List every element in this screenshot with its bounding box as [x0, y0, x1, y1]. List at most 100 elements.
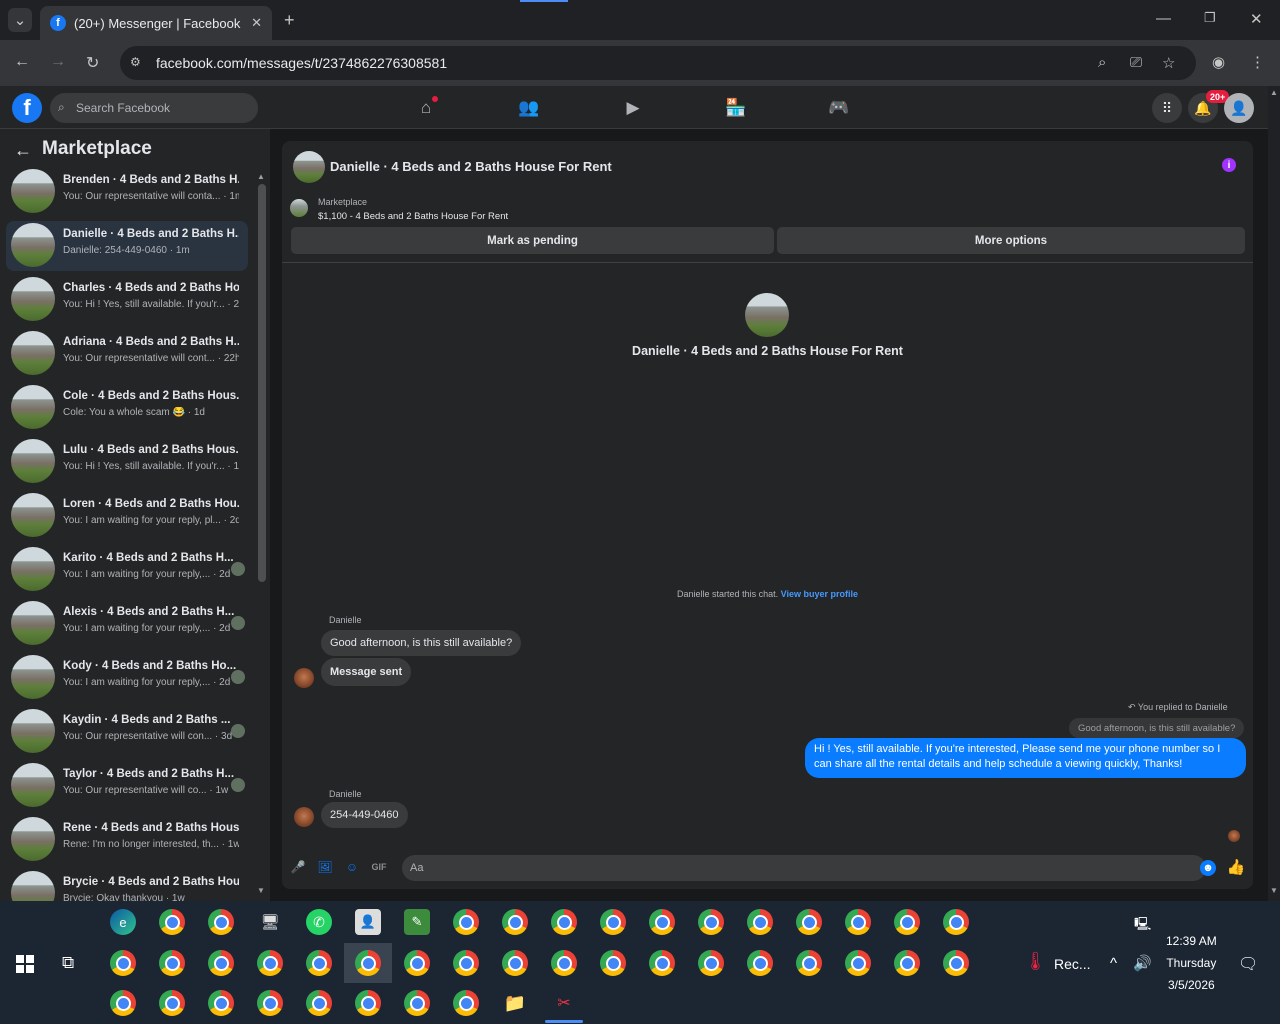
id-card-icon[interactable]: 👤: [355, 909, 381, 935]
start-icon[interactable]: [16, 955, 34, 973]
chrome-profile-icon[interactable]: [355, 950, 381, 976]
chrome-profile-icon[interactable]: [796, 909, 822, 935]
chrome-profile-icon[interactable]: [551, 909, 577, 935]
new-tab-icon[interactable]: +: [284, 10, 295, 31]
chrome-profile-icon[interactable]: [747, 909, 773, 935]
friends-icon[interactable]: 👥: [514, 94, 544, 122]
incoming-message[interactable]: 254-449-0460: [321, 802, 408, 828]
conversation-item[interactable]: Kaydin · 4 Beds and 2 Baths ... You: Our …: [6, 707, 248, 757]
marketplace-icon[interactable]: 🏪: [721, 94, 751, 122]
listing-title[interactable]: $1,100 - 4 Beds and 2 Baths House For Re…: [318, 211, 508, 222]
conversation-item[interactable]: Kody · 4 Beds and 2 Baths Ho... You: I am…: [6, 653, 248, 703]
chrome-profile-icon[interactable]: [159, 950, 185, 976]
outgoing-message[interactable]: Hi ! Yes, still available. If you're int…: [805, 738, 1246, 778]
chat-header-title[interactable]: Danielle · 4 Beds and 2 Baths House For …: [330, 159, 612, 174]
chrome-profile-icon[interactable]: [355, 990, 381, 1016]
incoming-message[interactable]: Message sent: [321, 658, 412, 686]
page-scroll-down-icon[interactable]: ▼: [1270, 886, 1278, 895]
chrome-profile-icon[interactable]: [208, 909, 234, 935]
chrome-profile-icon[interactable]: [110, 950, 136, 976]
chrome-profile-icon[interactable]: [159, 990, 185, 1016]
menu-kebab-icon[interactable]: ⋮: [1250, 53, 1265, 71]
mark-as-pending-button[interactable]: Mark as pending: [291, 227, 774, 254]
conversation-item[interactable]: Brenden · 4 Beds and 2 Baths H... You: Ou…: [6, 167, 248, 217]
reload-icon[interactable]: ↻: [86, 53, 99, 73]
sticker-icon[interactable]: ☺: [344, 859, 360, 875]
chrome-profile-icon[interactable]: [698, 909, 724, 935]
video-icon[interactable]: ▶: [618, 94, 648, 122]
scroll-up-icon[interactable]: ▲: [257, 172, 265, 181]
edge-icon[interactable]: e: [110, 909, 136, 935]
site-settings-icon[interactable]: ⚙: [130, 55, 141, 69]
sidebar-scrollbar[interactable]: [258, 184, 266, 582]
forward-icon[interactable]: →: [50, 53, 66, 71]
conversation-item[interactable]: Lulu · 4 Beds and 2 Baths Hous... You: Hi…: [6, 437, 248, 487]
danielle-avatar[interactable]: [294, 668, 314, 688]
file-explorer-icon[interactable]: 📁: [502, 990, 528, 1016]
facebook-search-input[interactable]: ⌕ Search Facebook: [50, 93, 258, 123]
chrome-profile-icon[interactable]: [796, 950, 822, 976]
chrome-profile-icon[interactable]: [600, 950, 626, 976]
home-icon[interactable]: ⌂: [411, 94, 441, 122]
chrome-profile-icon[interactable]: [453, 950, 479, 976]
scroll-down-icon[interactable]: ▼: [257, 886, 265, 895]
facebook-logo-icon[interactable]: f: [12, 93, 42, 123]
incoming-message[interactable]: Good afternoon, is this still available?: [321, 630, 522, 656]
conversation-item[interactable]: Karito · 4 Beds and 2 Baths H... You: I a…: [6, 545, 248, 595]
back-arrow-icon[interactable]: ←: [14, 140, 32, 161]
emoji-icon[interactable]: ☻: [1200, 860, 1216, 876]
notification-center-icon[interactable]: 🗨: [1238, 954, 1258, 974]
chrome-profile-icon[interactable]: [747, 950, 773, 976]
zoom-icon[interactable]: ⌕: [1098, 54, 1106, 71]
chrome-profile-icon[interactable]: [845, 909, 871, 935]
conversation-item[interactable]: Alexis · 4 Beds and 2 Baths H... You: I a…: [6, 599, 248, 649]
close-tab-icon[interactable]: ✕: [251, 15, 262, 31]
chrome-profile-icon[interactable]: [306, 950, 332, 976]
notepad-icon[interactable]: ✎: [404, 909, 430, 935]
account-avatar[interactable]: 👤: [1224, 93, 1254, 123]
chrome-icon[interactable]: [159, 909, 185, 935]
browser-tab[interactable]: f (20+) Messenger | Facebook ✕: [40, 6, 272, 40]
taskbar-app-label[interactable]: Rec...: [1054, 956, 1091, 972]
conversation-item[interactable]: Adriana · 4 Beds and 2 Baths H... You: Ou…: [6, 329, 248, 379]
chrome-profile-icon[interactable]: [943, 909, 969, 935]
quoted-message[interactable]: Good afternoon, is this still available?: [1069, 718, 1245, 738]
thermometer-icon[interactable]: 🌡: [1024, 951, 1047, 972]
close-window-icon[interactable]: ✕: [1250, 10, 1263, 28]
system-clock[interactable]: 12:39 AM Thursday 3/5/2026: [1166, 930, 1217, 996]
chrome-profile-icon[interactable]: [306, 990, 332, 1016]
remote-desktop-icon[interactable]: 🖥: [257, 909, 283, 935]
chrome-profile-icon[interactable]: [110, 990, 136, 1016]
message-input[interactable]: Aa ☻: [402, 855, 1216, 881]
chrome-profile-icon[interactable]: [649, 950, 675, 976]
chrome-profile-icon[interactable]: [453, 909, 479, 935]
gif-icon[interactable]: GIF: [371, 859, 387, 875]
snipping-tool-icon[interactable]: ✂: [551, 990, 577, 1016]
network-pc-icon[interactable]: 🖳: [1134, 915, 1151, 937]
info-icon[interactable]: i: [1222, 158, 1236, 172]
conversation-item[interactable]: Charles · 4 Beds and 2 Baths Ho... You: H…: [6, 275, 248, 325]
chrome-profile-icon[interactable]: [502, 950, 528, 976]
chrome-profile-icon[interactable]: [257, 950, 283, 976]
microphone-icon[interactable]: 🎤: [290, 859, 306, 875]
conversation-item[interactable]: Taylor · 4 Beds and 2 Baths H... You: Our…: [6, 761, 248, 811]
chrome-profile-icon[interactable]: [208, 990, 234, 1016]
tab-search-dropdown-icon[interactable]: ⌄: [8, 8, 32, 32]
conversation-item[interactable]: Loren · 4 Beds and 2 Baths Hou... You: I …: [6, 491, 248, 541]
attach-photo-icon[interactable]: 🖼: [317, 859, 333, 875]
page-scrollbar[interactable]: ▲ ▼: [1268, 86, 1280, 901]
menu-grid-icon[interactable]: ⠿: [1152, 93, 1182, 123]
address-bar[interactable]: ⚙ facebook.com/messages/t/23748622763085…: [120, 46, 1196, 80]
conversation-item[interactable]: Rene · 4 Beds and 2 Baths Hous... Rene: I…: [6, 815, 248, 865]
chrome-profile-icon[interactable]: [257, 990, 283, 1016]
whatsapp-icon[interactable]: ✆: [306, 909, 332, 935]
chrome-profile-icon[interactable]: [600, 909, 626, 935]
chrome-profile-icon[interactable]: [894, 909, 920, 935]
chrome-profile-icon[interactable]: [208, 950, 234, 976]
chrome-profile-icon[interactable]: [453, 990, 479, 1016]
chrome-profile-icon[interactable]: [404, 950, 430, 976]
conversation-item[interactable]: Cole · 4 Beds and 2 Baths Hous... Cole: Y…: [6, 383, 248, 433]
chrome-profile-icon[interactable]: [649, 909, 675, 935]
restore-icon[interactable]: ❐: [1204, 10, 1216, 26]
chrome-profile-icon[interactable]: [551, 950, 577, 976]
